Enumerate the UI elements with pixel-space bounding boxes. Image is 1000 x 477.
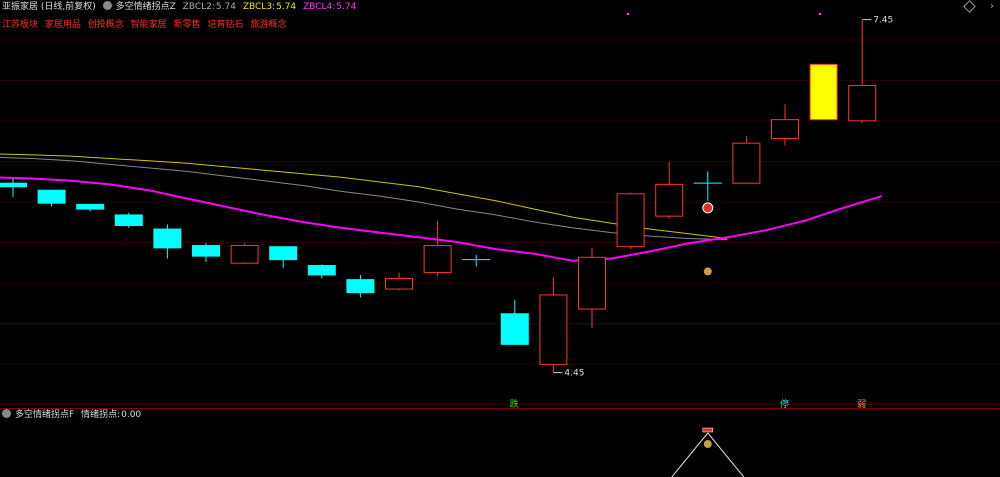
candle-body [809, 63, 838, 121]
annotation-label: 4.45 [564, 369, 584, 379]
emotion-line [671, 432, 709, 477]
candle-body [153, 228, 182, 249]
candle-body [385, 277, 413, 290]
candle-body [848, 85, 877, 122]
zbcl3-label: ZBCL3: [242, 2, 276, 12]
marker-dot [626, 12, 630, 16]
emotion-value: 0.00 [121, 410, 142, 420]
candle-body [346, 279, 375, 294]
candle-body [192, 245, 220, 257]
candle-body [732, 142, 761, 184]
marker-dot [818, 12, 822, 16]
tag-item[interactable]: 旅游概念 [250, 20, 286, 30]
candle-body [539, 294, 568, 365]
sub-indicator-panel [671, 427, 745, 477]
sub-header: 多空情绪拐点F 情绪拐点:0.00 [2, 409, 145, 421]
tag-item[interactable]: 培育钻石 [207, 20, 243, 30]
settings-circle-icon[interactable] [2, 409, 11, 418]
candle-body [423, 245, 452, 274]
zbcl3-value: 5.74 [276, 2, 297, 12]
tag-item[interactable]: 新零售 [174, 20, 201, 30]
money-bag-icon [703, 440, 712, 448]
candle-body [76, 203, 105, 210]
candle-body [307, 265, 336, 276]
sub-indicator-name[interactable]: 多空情绪拐点F [15, 410, 74, 420]
chart-header: 亚振家居 (日线,前复权) 多空情绪拐点Z ZBCL2:5.74 ZBCL3:5… [2, 1, 360, 13]
candle-body [269, 246, 298, 261]
zbcl2-value: 5.74 [215, 2, 236, 12]
stock-title: 亚振家居 (日线,前复权) [2, 2, 96, 12]
money-bag-icon [703, 267, 712, 276]
emotion-label: 情绪拐点: [81, 410, 121, 420]
candle-body [655, 183, 684, 217]
kline-chart[interactable]: 7.454.45跌停弱 [0, 0, 1000, 477]
zbcl4-label: ZBCL4: [303, 2, 336, 12]
signal-dot-icon [702, 202, 714, 214]
annotation-label: 7.45 [873, 16, 893, 26]
chevron-right-icon[interactable]: › [990, 1, 994, 12]
emotion-line [707, 432, 745, 477]
tag-item[interactable]: 创投概念 [88, 20, 124, 30]
tag-item[interactable]: 家居用品 [45, 20, 81, 30]
candle-body [0, 182, 27, 188]
candle-body [578, 256, 606, 310]
candle-body [771, 119, 799, 139]
candle-body [500, 313, 529, 345]
tag-item[interactable]: 智能家居 [131, 20, 167, 30]
candle-body [37, 189, 66, 204]
indicator-name[interactable]: 多空情绪拐点Z [116, 2, 176, 12]
zbcl4-value: 5.74 [336, 2, 357, 12]
candle-body [616, 193, 645, 248]
zbcl2-label: ZBCL2: [182, 2, 215, 12]
settings-circle-icon[interactable] [102, 1, 112, 10]
turning-point-icon [702, 427, 714, 433]
tag-item[interactable]: 江苏板块 [2, 20, 38, 30]
candle-body [230, 245, 259, 264]
candles [0, 19, 877, 373]
candle-body [114, 214, 143, 227]
concept-tags: 江苏板块 家居用品 创投概念 智能家居 新零售 培育钻石 旅游概念 [2, 17, 290, 30]
